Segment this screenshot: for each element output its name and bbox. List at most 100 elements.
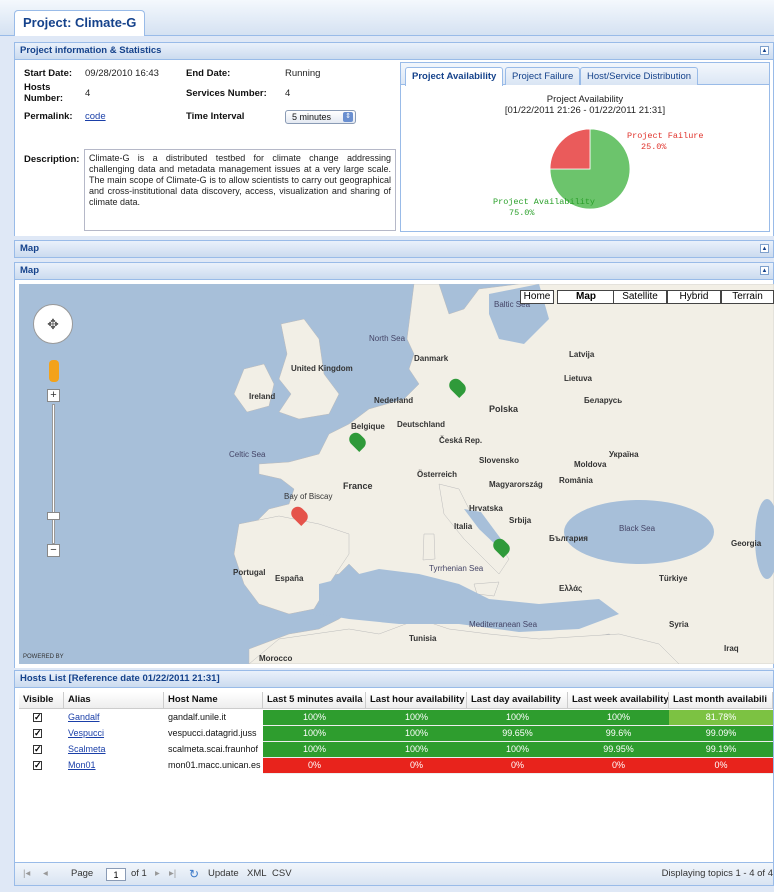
description-label: Description: [24, 154, 80, 165]
page-label: Page [71, 868, 94, 879]
map-type-satellite-button[interactable]: Satellite [613, 290, 667, 304]
map-label: Ελλάς [559, 584, 583, 593]
host-alias-link[interactable]: Gandalf [64, 710, 164, 726]
hosts-list-title: Hosts List [Reference date 01/22/2011 21… [20, 673, 220, 684]
column-header-host-name[interactable]: Host Name [164, 692, 263, 709]
pie-label: Project Availability [493, 197, 595, 207]
availability-cell: 100% [366, 726, 467, 742]
pie-slice-failure [549, 128, 591, 170]
collapse-icon[interactable]: ▲ [760, 266, 769, 275]
availability-cell: 99.95% [568, 742, 669, 758]
displaying-topics-label: Displaying topics 1 - 4 of 4 [661, 868, 773, 879]
availability-cell: 0% [467, 758, 568, 774]
host-name-cell: mon01.macc.unican.es [168, 760, 261, 770]
chart-tabs: Project Availability Project Failure Hos… [401, 63, 769, 86]
column-header-visible[interactable]: Visible [19, 692, 64, 709]
availability-cell: 99.6% [568, 726, 669, 742]
collapse-icon[interactable]: ▲ [760, 46, 769, 55]
map-type-terrain-button[interactable]: Terrain [721, 290, 774, 304]
map-label: Syria [669, 620, 689, 629]
visible-checkbox[interactable]: ✓ [33, 729, 42, 738]
last-page-icon[interactable]: ▸| [169, 863, 176, 885]
zoom-out-icon[interactable]: − [47, 544, 60, 557]
column-header-last-day[interactable]: Last day availability [467, 692, 568, 709]
permalink-link[interactable]: code [85, 111, 106, 122]
column-header-alias[interactable]: Alias [64, 692, 164, 709]
availability-cell: 0% [568, 758, 669, 774]
availability-cell: 100% [263, 742, 366, 758]
street-view-pegman-icon[interactable] [49, 360, 59, 382]
map-label: Srbija [509, 516, 532, 525]
tab-project[interactable]: Project: Climate-G [14, 10, 146, 36]
next-page-icon[interactable]: ▸ [155, 863, 160, 885]
map-label: Hrvatska [469, 504, 503, 513]
zoom-slider-track[interactable] [52, 404, 55, 544]
map-type-map-button[interactable]: Map [557, 290, 615, 304]
description-text: Climate-G is a distributed testbed for c… [84, 149, 396, 231]
zoom-in-icon[interactable]: + [47, 389, 60, 402]
tab-project-availability[interactable]: Project Availability [405, 67, 504, 86]
availability-cell: 0% [669, 758, 773, 774]
visible-checkbox[interactable]: ✓ [33, 713, 42, 722]
map-type-hybrid-button[interactable]: Hybrid [667, 290, 721, 304]
europe-map[interactable]: ✥ + − Baltic Sea North Sea Celtic Sea Ba… [19, 284, 774, 664]
column-header-last-month[interactable]: Last month availabili [669, 692, 773, 709]
chart-title: Project Availability [546, 94, 624, 105]
refresh-icon[interactable]: ↻ [189, 863, 199, 885]
info-panel-header: Project information & Statistics ▲ [14, 42, 774, 60]
map-label: Türkiye [659, 574, 688, 583]
services-number-label: Services Number: [186, 88, 267, 99]
zoom-slider-handle[interactable] [47, 512, 60, 520]
prev-page-icon[interactable]: ◂ [43, 863, 48, 885]
tab-host-service-distribution[interactable]: Host/Service Distribution [580, 67, 699, 85]
update-button[interactable]: Update [208, 863, 239, 885]
visible-checkbox[interactable]: ✓ [33, 745, 42, 754]
time-interval-select[interactable]: 5 minutes ⇕ [285, 110, 356, 124]
availability-cell: 99.09% [669, 726, 773, 742]
end-date-label: End Date: [186, 68, 231, 79]
hosts-number-label: Hosts Number: [24, 82, 64, 104]
map-label: Danmark [414, 354, 449, 363]
map-pan-control-icon[interactable]: ✥ [33, 304, 73, 344]
page-of-label: of 1 [131, 868, 147, 879]
page-number-input[interactable] [106, 868, 126, 881]
map-label: Georgia [731, 539, 762, 548]
hosts-grid: Visible Alias Host Name Last 5 minutes a… [14, 688, 774, 862]
xml-export-button[interactable]: XML [247, 863, 267, 885]
availability-cell: 100% [568, 710, 669, 726]
column-header-last-hour[interactable]: Last hour availability [366, 692, 467, 709]
availability-cell: 81.78% [669, 710, 773, 726]
services-number-value: 4 [285, 88, 291, 99]
pie-value-label: 25.0% [641, 142, 667, 152]
availability-cell: 100% [366, 710, 467, 726]
map-label: România [559, 476, 593, 485]
tab-project-failure[interactable]: Project Failure [505, 67, 581, 85]
host-name-cell: scalmeta.scai.fraunhof [168, 744, 259, 754]
first-page-icon[interactable]: |◂ [23, 863, 30, 885]
host-alias-link[interactable]: Vespucci [64, 726, 164, 742]
map-label: Moldova [574, 460, 607, 469]
map-label: España [275, 574, 304, 583]
start-date-label: Start Date: [24, 68, 73, 79]
map-label: Iraq [724, 644, 739, 653]
map-home-button[interactable]: Home [520, 290, 554, 304]
map-label: Morocco [259, 654, 293, 663]
hosts-list-header: Hosts List [Reference date 01/22/2011 21… [14, 670, 774, 688]
chart-subtitle: [01/22/2011 21:26 - 01/22/2011 21:31] [504, 105, 666, 116]
column-header-last-5-minutes[interactable]: Last 5 minutes availa [263, 692, 366, 709]
map-panel-collapsed-header[interactable]: Map ▲ [14, 240, 774, 258]
start-date-value: 09/28/2010 16:43 [85, 68, 159, 79]
map-label: Tyrrhenian Sea [429, 564, 484, 573]
map-label: Беларусь [584, 396, 623, 405]
csv-export-button[interactable]: CSV [272, 863, 292, 885]
host-alias-link[interactable]: Mon01 [64, 758, 164, 774]
availability-chart-panel: Project Availability Project Failure Hos… [400, 62, 770, 232]
visible-checkbox[interactable]: ✓ [33, 761, 42, 770]
column-header-last-week[interactable]: Last week availability [568, 692, 669, 709]
map-label: Portugal [233, 568, 266, 577]
map-label: North Sea [369, 334, 406, 343]
map-label: Latvija [569, 350, 595, 359]
map-label: Belgique [351, 422, 385, 431]
host-alias-link[interactable]: Scalmeta [64, 742, 164, 758]
expand-icon[interactable]: ▲ [760, 244, 769, 253]
